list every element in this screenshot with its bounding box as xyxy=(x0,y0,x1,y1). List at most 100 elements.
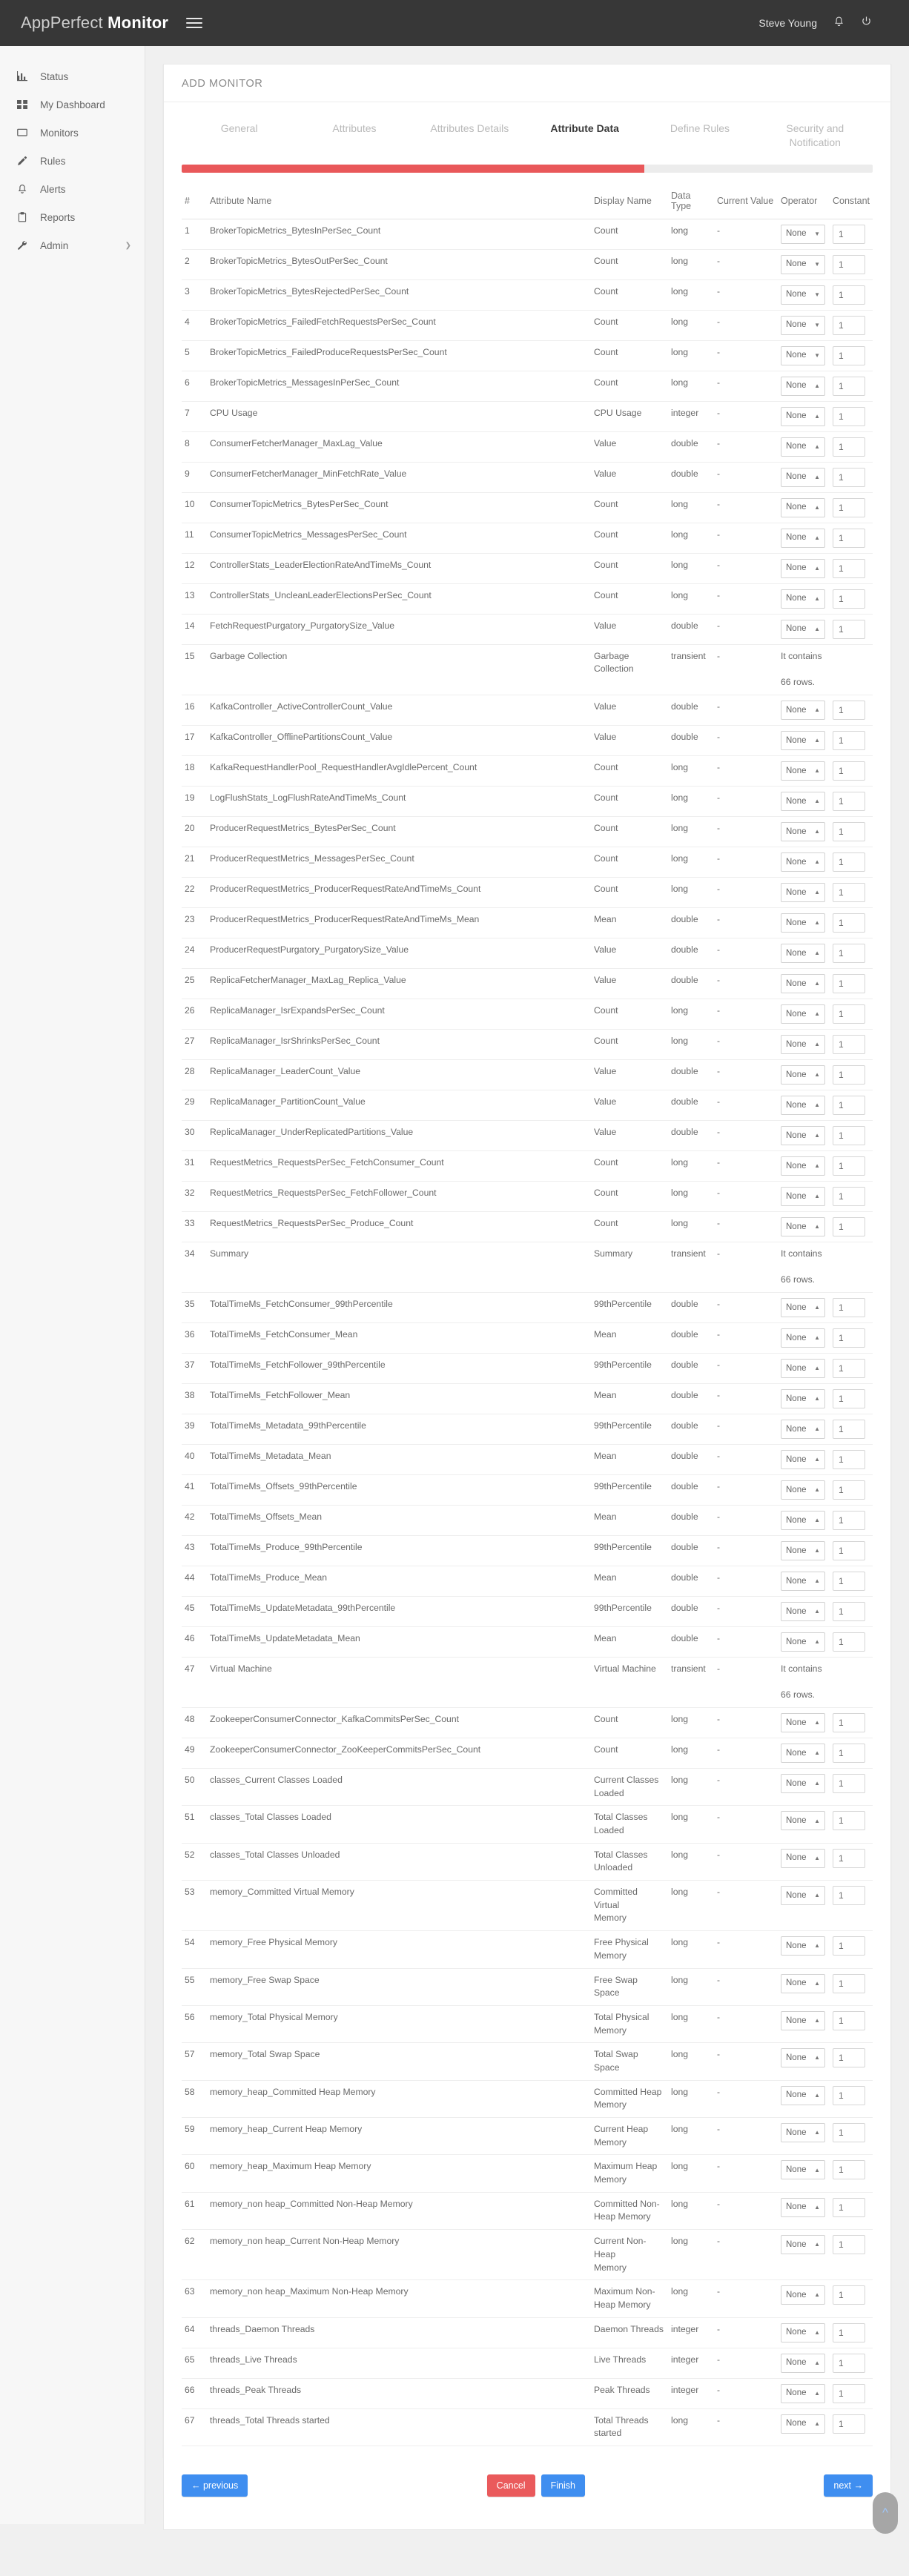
tab-attributes-details[interactable]: Attributes Details xyxy=(412,119,527,162)
operator-select[interactable]: None ▲ xyxy=(781,1449,825,1469)
operator-select[interactable]: None ▼ xyxy=(781,254,825,274)
constant-input[interactable] xyxy=(833,1773,865,1793)
constant-input[interactable] xyxy=(833,1095,865,1115)
bell-icon[interactable] xyxy=(833,16,844,30)
constant-input[interactable] xyxy=(833,2353,865,2373)
constant-input[interactable] xyxy=(833,2322,865,2342)
sidebar-item-admin[interactable]: Admin ❯ xyxy=(0,231,145,259)
constant-input[interactable] xyxy=(833,1601,865,1621)
constant-input[interactable] xyxy=(833,376,865,396)
constant-input[interactable] xyxy=(833,1419,865,1439)
operator-select[interactable]: None ▲ xyxy=(781,2235,825,2255)
operator-select[interactable]: None ▲ xyxy=(781,1886,825,1906)
operator-select[interactable]: None ▲ xyxy=(781,1743,825,1763)
constant-input[interactable] xyxy=(833,882,865,902)
constant-input[interactable] xyxy=(833,2235,865,2255)
tab-general[interactable]: General xyxy=(182,119,297,162)
constant-input[interactable] xyxy=(833,2010,865,2030)
operator-select[interactable]: None ▲ xyxy=(781,1601,825,1621)
operator-select[interactable]: None ▼ xyxy=(781,345,825,365)
operator-select[interactable]: None ▲ xyxy=(781,882,825,902)
constant-input[interactable] xyxy=(833,1571,865,1591)
operator-select[interactable]: None ▲ xyxy=(781,2353,825,2373)
constant-input[interactable] xyxy=(833,1328,865,1348)
operator-select[interactable]: None ▲ xyxy=(781,467,825,487)
operator-select[interactable]: None ▲ xyxy=(781,528,825,548)
sidebar-item-reports[interactable]: Reports xyxy=(0,203,145,231)
constant-input[interactable] xyxy=(833,2414,865,2434)
constant-input[interactable] xyxy=(833,497,865,517)
operator-select[interactable]: None ▲ xyxy=(781,1973,825,1993)
hamburger-icon[interactable] xyxy=(186,15,203,31)
operator-select[interactable]: None ▲ xyxy=(781,1773,825,1793)
operator-select[interactable]: None ▲ xyxy=(781,1632,825,1652)
constant-input[interactable] xyxy=(833,254,865,274)
constant-input[interactable] xyxy=(833,1886,865,1906)
user-name-label[interactable]: Steve Young xyxy=(758,17,817,29)
tab-attribute-data[interactable]: Attribute Data xyxy=(527,119,642,162)
sidebar-item-my-dashboard[interactable]: My Dashboard xyxy=(0,90,145,119)
constant-input[interactable] xyxy=(833,913,865,933)
constant-input[interactable] xyxy=(833,700,865,720)
constant-input[interactable] xyxy=(833,1297,865,1317)
operator-select[interactable]: None ▲ xyxy=(781,791,825,811)
operator-select[interactable]: None ▲ xyxy=(781,2414,825,2434)
operator-select[interactable]: None ▲ xyxy=(781,761,825,781)
operator-select[interactable]: None ▲ xyxy=(781,406,825,426)
constant-input[interactable] xyxy=(833,1973,865,1993)
constant-input[interactable] xyxy=(833,1480,865,1500)
constant-input[interactable] xyxy=(833,1034,865,1054)
constant-input[interactable] xyxy=(833,285,865,305)
operator-select[interactable]: None ▲ xyxy=(781,973,825,993)
constant-input[interactable] xyxy=(833,1743,865,1763)
operator-select[interactable]: None ▲ xyxy=(781,821,825,841)
constant-input[interactable] xyxy=(833,406,865,426)
constant-input[interactable] xyxy=(833,1632,865,1652)
constant-input[interactable] xyxy=(833,1125,865,1145)
constant-input[interactable] xyxy=(833,1449,865,1469)
operator-select[interactable]: None ▲ xyxy=(781,1510,825,1530)
constant-input[interactable] xyxy=(833,528,865,548)
operator-select[interactable]: None ▲ xyxy=(781,619,825,639)
constant-input[interactable] xyxy=(833,2048,865,2068)
operator-select[interactable]: None ▲ xyxy=(781,1095,825,1115)
operator-select[interactable]: None ▲ xyxy=(781,2383,825,2403)
operator-select[interactable]: None ▲ xyxy=(781,2123,825,2143)
constant-input[interactable] xyxy=(833,1936,865,1956)
operator-select[interactable]: None ▲ xyxy=(781,376,825,396)
constant-input[interactable] xyxy=(833,1186,865,1206)
operator-select[interactable]: None ▲ xyxy=(781,730,825,750)
constant-input[interactable] xyxy=(833,315,865,335)
constant-input[interactable] xyxy=(833,943,865,963)
constant-input[interactable] xyxy=(833,467,865,487)
constant-input[interactable] xyxy=(833,224,865,244)
constant-input[interactable] xyxy=(833,1216,865,1236)
constant-input[interactable] xyxy=(833,1064,865,1085)
constant-input[interactable] xyxy=(833,589,865,609)
operator-select[interactable]: None ▲ xyxy=(781,2010,825,2030)
constant-input[interactable] xyxy=(833,2285,865,2305)
constant-input[interactable] xyxy=(833,791,865,811)
operator-select[interactable]: None ▲ xyxy=(781,1388,825,1408)
constant-input[interactable] xyxy=(833,1358,865,1378)
operator-select[interactable]: None ▲ xyxy=(781,1480,825,1500)
constant-input[interactable] xyxy=(833,437,865,457)
constant-input[interactable] xyxy=(833,619,865,639)
operator-select[interactable]: None ▲ xyxy=(781,2322,825,2342)
operator-select[interactable]: None ▲ xyxy=(781,1064,825,1085)
operator-select[interactable]: None ▼ xyxy=(781,315,825,335)
operator-select[interactable]: None ▲ xyxy=(781,558,825,578)
sidebar-item-status[interactable]: Status xyxy=(0,62,145,90)
finish-button[interactable]: Finish xyxy=(541,2474,585,2497)
operator-select[interactable]: None ▲ xyxy=(781,852,825,872)
sidebar-item-rules[interactable]: Rules xyxy=(0,147,145,175)
next-button[interactable]: next → xyxy=(824,2474,873,2497)
operator-select[interactable]: None ▲ xyxy=(781,2285,825,2305)
operator-select[interactable]: None ▲ xyxy=(781,1571,825,1591)
operator-select[interactable]: None ▲ xyxy=(781,943,825,963)
constant-input[interactable] xyxy=(833,345,865,365)
constant-input[interactable] xyxy=(833,2085,865,2105)
constant-input[interactable] xyxy=(833,973,865,993)
constant-input[interactable] xyxy=(833,1510,865,1530)
cancel-button[interactable]: Cancel xyxy=(486,2474,535,2497)
